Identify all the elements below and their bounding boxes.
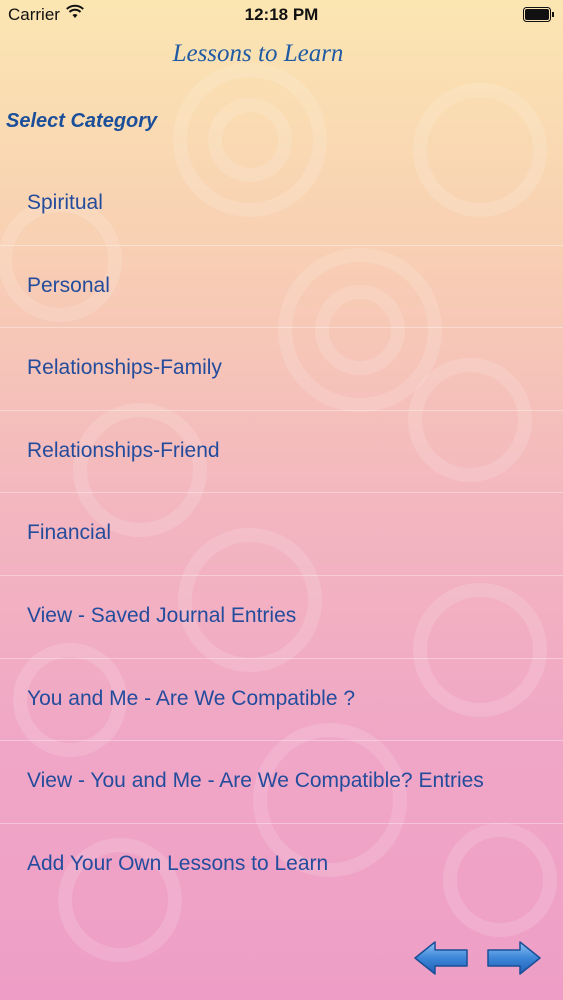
menu-item-label: View - You and Me - Are We Compatible? E… — [27, 769, 484, 793]
menu-item-label: You and Me - Are We Compatible ? — [27, 686, 356, 710]
menu-item-label: Relationships-Family — [27, 356, 222, 380]
select-category-header: Select Category — [6, 110, 158, 132]
status-bar: Carrier 12:18 PM — [0, 0, 563, 30]
menu-item-compatibility-entries[interactable]: View - You and Me - Are We Compatible? E… — [0, 741, 563, 824]
menu-item-financial[interactable]: Financial — [0, 493, 563, 576]
menu-item-saved-journal-entries[interactable]: View - Saved Journal Entries — [0, 576, 563, 659]
menu-item-label: Personal — [27, 273, 110, 297]
menu-item-label: View - Saved Journal Entries — [27, 603, 297, 627]
page-title: Lessons to Learn — [172, 40, 344, 67]
menu-item-label: Add Your Own Lessons to Learn — [27, 851, 329, 875]
menu-item-personal[interactable]: Personal — [0, 246, 563, 329]
menu-item-relationships-friend[interactable]: Relationships-Friend — [0, 411, 563, 494]
category-list: Spiritual Personal Relationships-Family … — [0, 163, 563, 906]
menu-item-label: Spiritual — [27, 191, 103, 214]
menu-item-label: Relationships-Friend — [27, 438, 220, 462]
menu-item-spiritual[interactable]: Spiritual — [0, 163, 563, 246]
menu-item-add-own-lessons[interactable]: Add Your Own Lessons to Learn — [0, 824, 563, 907]
menu-item-compatibility[interactable]: You and Me - Are We Compatible ? — [0, 659, 563, 742]
battery-icon — [523, 7, 554, 22]
menu-item-label: Financial — [27, 521, 112, 545]
arrow-left-icon[interactable] — [413, 940, 469, 976]
menu-item-relationships-family[interactable]: Relationships-Family — [0, 328, 563, 411]
arrow-right-icon[interactable] — [486, 940, 542, 976]
clock: 12:18 PM — [244, 5, 319, 24]
